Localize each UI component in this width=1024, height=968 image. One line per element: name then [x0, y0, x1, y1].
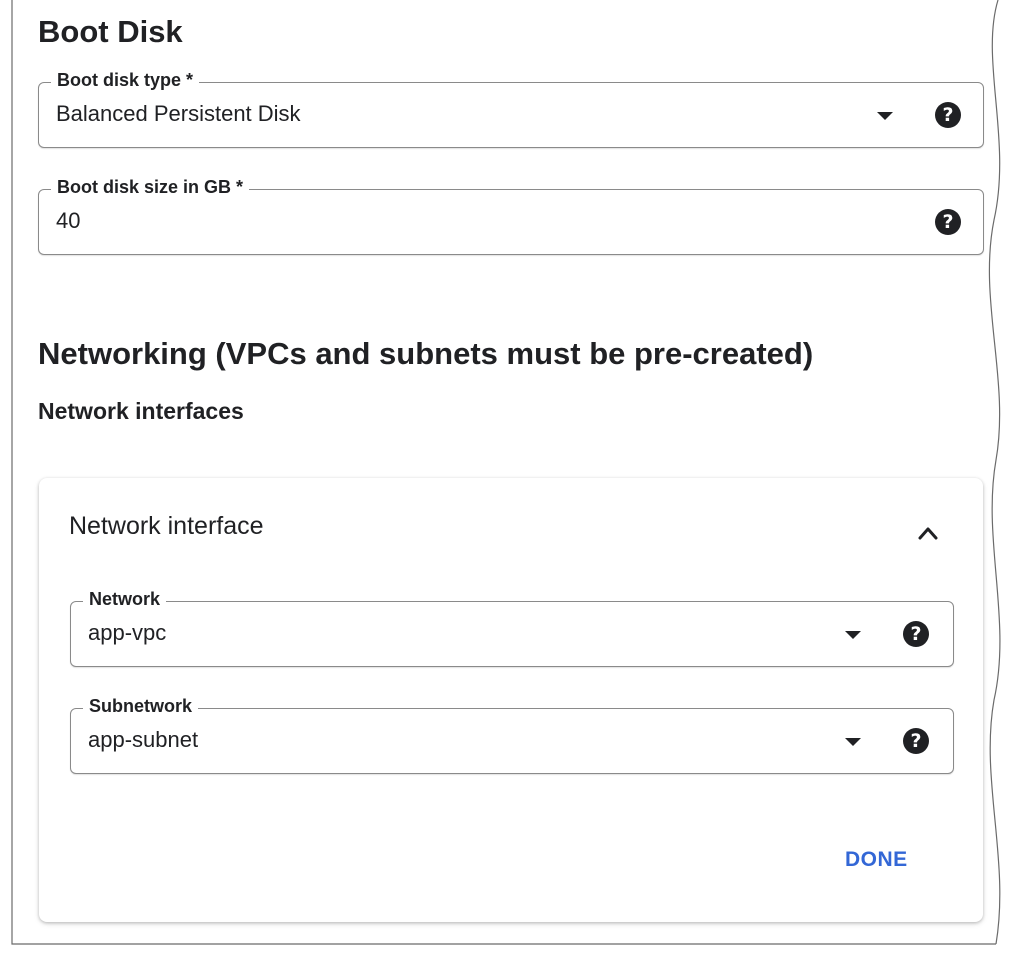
subnetwork-value: app-subnet: [88, 727, 199, 752]
network-interface-card: Network interface Network app-vpc ? Subn…: [39, 478, 983, 922]
dropdown-arrow-icon[interactable]: [877, 112, 893, 120]
network-value: app-vpc: [88, 620, 167, 645]
network-select[interactable]: Network app-vpc ?: [70, 588, 954, 667]
boot-disk-size-label: Boot disk size in GB *: [51, 176, 250, 198]
network-interface-title: Network interface: [69, 512, 264, 540]
dropdown-arrow-icon[interactable]: [845, 738, 861, 746]
chevron-up-icon[interactable]: [917, 522, 939, 544]
screenshot-frame: Boot Disk Boot disk type * Balanced Pers…: [0, 0, 1024, 968]
boot-disk-title: Boot Disk: [38, 14, 183, 49]
boot-disk-type-label: Boot disk type *: [51, 69, 200, 91]
boot-disk-type-value: Balanced Persistent Disk: [56, 101, 301, 126]
network-interfaces-subtitle: Network interfaces: [38, 398, 244, 424]
boot-disk-type-select[interactable]: Boot disk type * Balanced Persistent Dis…: [38, 69, 984, 148]
network-label: Network: [83, 588, 167, 610]
subnetwork-label: Subnetwork: [83, 695, 199, 717]
help-circle-icon[interactable]: ?: [935, 102, 961, 128]
form-panel: Boot Disk Boot disk type * Balanced Pers…: [12, 0, 1002, 944]
boot-disk-size-input[interactable]: Boot disk size in GB * 40 ?: [38, 176, 984, 255]
dropdown-arrow-icon[interactable]: [845, 631, 861, 639]
help-circle-icon[interactable]: ?: [903, 621, 929, 647]
help-circle-icon[interactable]: ?: [903, 728, 929, 754]
boot-disk-size-value: 40: [56, 208, 81, 233]
networking-title: Networking (VPCs and subnets must be pre…: [38, 336, 814, 371]
subnetwork-select[interactable]: Subnetwork app-subnet ?: [70, 695, 954, 774]
done-button[interactable]: DONE: [845, 848, 908, 872]
help-circle-icon[interactable]: ?: [935, 209, 961, 235]
